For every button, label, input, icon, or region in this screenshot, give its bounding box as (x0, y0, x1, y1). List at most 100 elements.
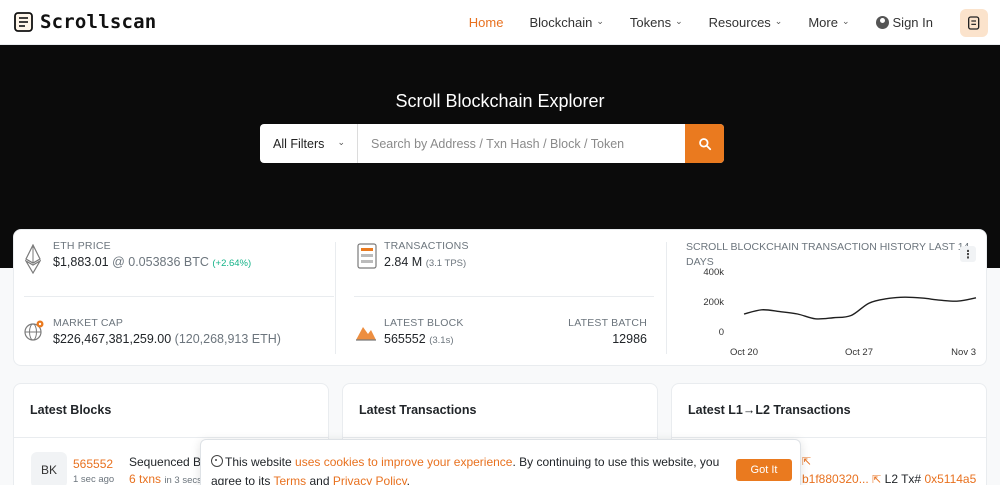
eth-price-label: ETH PRICE (53, 240, 111, 252)
divider (672, 437, 986, 438)
x-tick-label: Nov 3 (951, 347, 976, 358)
chart-menu-button[interactable]: ⋮ (960, 246, 976, 262)
top-navbar: Scrollscan Home Blockchain ⌄ Tokens ⌄ Reso… (0, 0, 1000, 45)
search-bar: All Filters ⌄ (260, 124, 724, 163)
market-cap-stat: MARKET CAP $226,467,381,259.00 (120,268,… (53, 317, 281, 346)
y-tick-label: 200k (703, 297, 724, 308)
nav-tokens-label: Tokens (629, 15, 672, 30)
latest-batch-label: LATEST BATCH (568, 317, 647, 329)
brand-logo[interactable]: Scrollscan (12, 10, 156, 34)
terms-link[interactable]: Terms (273, 474, 306, 485)
filter-select[interactable]: All Filters ⌄ (260, 124, 358, 163)
nav-blockchain[interactable]: Blockchain ⌄ (516, 0, 616, 45)
transactions-stat: TRANSACTIONS 2.84 M (3.1 TPS) (384, 240, 469, 269)
block-in-time: in 3 secs (164, 475, 202, 485)
scroll-network-icon (968, 15, 980, 30)
block-number-link[interactable]: 565552 (73, 457, 113, 471)
nav-home-label: Home (468, 15, 504, 30)
l1-tx-hash[interactable]: b1f880320... (802, 472, 869, 485)
search-icon (698, 137, 711, 150)
block-txns: 6 txns in 3 secs (129, 472, 202, 485)
stats-card: ETH PRICE $1,883.01 @ 0.053836 BTC (+2.6… (13, 229, 987, 366)
block-badge: BK (31, 452, 67, 485)
nav-blockchain-label: Blockchain (529, 15, 593, 30)
nav-signin[interactable]: Sign In (863, 0, 946, 45)
cookie-message: This website uses cookies to improve you… (211, 453, 721, 485)
brand-name: Scrollscan (40, 11, 157, 33)
divider (354, 296, 654, 297)
chevron-down-icon: ⌄ (841, 16, 850, 26)
y-tick-label: 0 (719, 327, 724, 338)
network-switch-button[interactable] (960, 8, 988, 37)
latest-block-time: (3.1s) (429, 335, 454, 346)
sequenced-by-label: Sequenced By (129, 455, 208, 469)
chevron-down-icon: ⌄ (774, 16, 783, 26)
user-circle-icon (875, 16, 889, 29)
cookie-text-3: and (306, 474, 333, 485)
block-txns-link[interactable]: 6 txns (129, 472, 161, 485)
nav-resources-label: Resources (708, 15, 771, 30)
got-it-button[interactable]: Got It (736, 459, 792, 481)
external-link-icon[interactable]: ⇱ (872, 474, 881, 485)
cookie-text-1: This website (225, 455, 296, 469)
chevron-down-icon: ⌄ (337, 137, 345, 147)
cookie-banner: This website uses cookies to improve you… (200, 439, 801, 485)
latest-block-value: 565552 (3.1s) (384, 332, 464, 346)
divider (666, 242, 667, 354)
latest-l1l2-title: Latest L1→L2 Transactions (688, 403, 851, 417)
latest-batch-stat: LATEST BATCH 12986 (514, 317, 647, 346)
search-input[interactable] (358, 124, 685, 163)
latest-batch-number[interactable]: 12986 (514, 332, 647, 346)
server-icon (357, 243, 377, 269)
l1l2-tx-row: b1f880320... ⇱ L2 Tx# 0x5114a5 (802, 472, 976, 485)
market-cap-eth: (120,268,913 ETH) (174, 332, 281, 346)
y-tick-label: 400k (703, 267, 724, 278)
divider (24, 296, 334, 297)
main-nav: Home Blockchain ⌄ Tokens ⌄ Resources ⌄ More… (456, 0, 1000, 45)
transaction-history-chart: 400k 200k 0 Oct 20 Oct 27 Nov 3 (703, 267, 977, 358)
nav-tokens[interactable]: Tokens ⌄ (617, 0, 696, 45)
nav-more[interactable]: More ⌄ (795, 0, 862, 45)
latest-blocks-title: Latest Blocks (30, 403, 112, 417)
privacy-policy-link[interactable]: Privacy Policy (333, 474, 407, 485)
scroll-logo-icon (14, 12, 33, 32)
cookie-icon (211, 455, 223, 467)
x-tick-label: Oct 20 (730, 347, 758, 358)
external-link-icon[interactable]: ⇱ (802, 455, 811, 468)
page-title: Scroll Blockchain Explorer (395, 91, 605, 111)
filter-label: All Filters (273, 136, 325, 151)
transactions-tps: (3.1 TPS) (425, 258, 467, 269)
l2-tx-label: L2 Tx# (884, 472, 922, 485)
market-cap-usd: $226,467,381,259.00 (53, 332, 172, 346)
divider (335, 242, 336, 354)
eth-price-value: $1,883.01 @ 0.053836 BTC (+2.64%) (53, 255, 251, 269)
transactions-value: 2.84 M (3.1 TPS) (384, 255, 469, 269)
globe-icon (24, 320, 44, 341)
ethereum-icon (25, 244, 41, 274)
latest-block-number[interactable]: 565552 (384, 332, 426, 346)
block-age: 1 sec ago (73, 474, 115, 485)
divider (343, 437, 657, 438)
cookie-text-4: . (406, 474, 410, 485)
series-line (743, 296, 977, 320)
search-button[interactable] (685, 124, 724, 163)
block-number[interactable]: 565552 (73, 457, 113, 471)
chevron-down-icon: ⌄ (675, 16, 683, 26)
eth-price-usd: $1,883.01 (53, 255, 109, 269)
latest-block-label: LATEST BLOCK (384, 317, 464, 329)
cookie-policy-link[interactable]: uses cookies to improve your experience (295, 455, 512, 469)
nav-resources[interactable]: Resources ⌄ (696, 0, 796, 45)
mountain-block-icon (356, 327, 376, 341)
x-tick-label: Oct 27 (845, 347, 873, 358)
transactions-label: TRANSACTIONS (384, 240, 469, 252)
nav-home[interactable]: Home (456, 0, 517, 45)
transactions-count[interactable]: 2.84 M (384, 255, 422, 269)
l2-tx-hash[interactable]: 0x5114a5 (924, 472, 976, 485)
market-cap-value: $226,467,381,259.00 (120,268,913 ETH) (53, 332, 281, 346)
divider (14, 437, 328, 438)
nav-more-label: More (808, 15, 838, 30)
eth-price-change: (+2.64%) (212, 258, 252, 269)
market-cap-label: MARKET CAP (53, 317, 124, 329)
latest-transactions-title: Latest Transactions (359, 403, 477, 417)
latest-block-stat: LATEST BLOCK 565552 (3.1s) (384, 317, 464, 346)
